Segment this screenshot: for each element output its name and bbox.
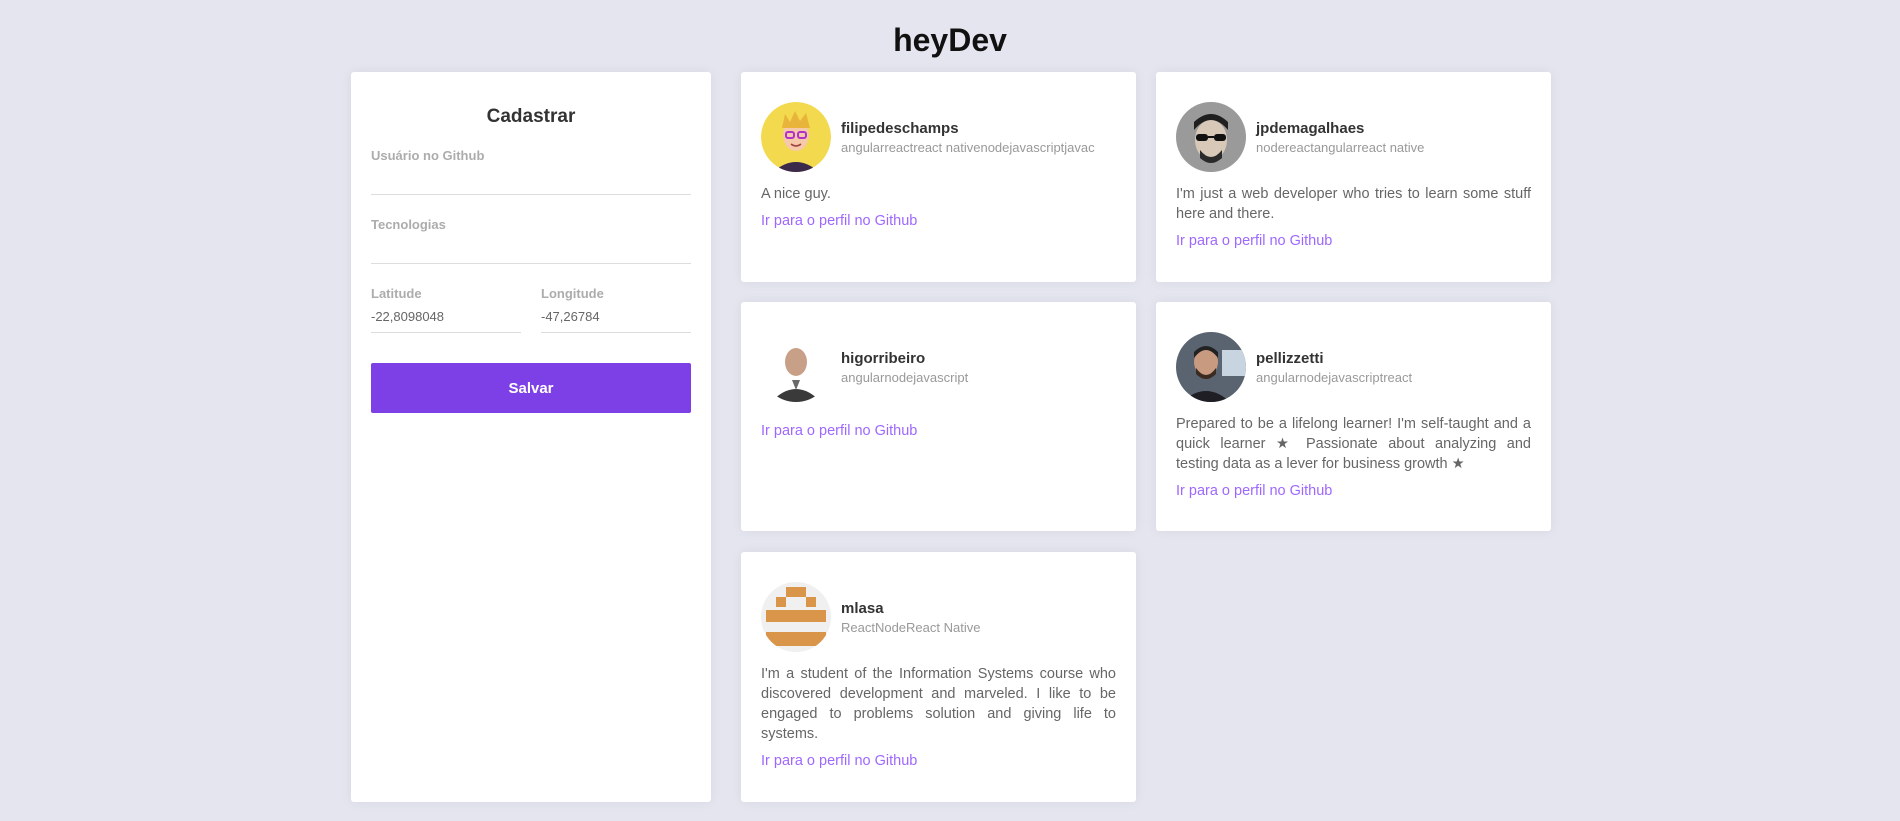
dev-bio: I'm just a web developer who tries to le… xyxy=(1176,186,1531,222)
user-info: pellizzetti angularnodejavascriptreact xyxy=(1256,350,1412,385)
dev-techs: angularnodejavascript xyxy=(841,369,969,385)
dev-techs: nodereactangularreact native xyxy=(1256,139,1425,155)
dev-card-header: filipedeschamps angularreactreact native… xyxy=(761,102,1116,172)
techs-label: Tecnologias xyxy=(371,217,446,232)
save-button[interactable]: Salvar xyxy=(371,363,691,413)
coords-row: Latitude Longitude xyxy=(371,286,691,333)
dev-card: mlasa ReactNodeReact Native I'm a studen… xyxy=(741,552,1136,802)
github-profile-link[interactable]: Ir para o perfil no Github xyxy=(761,423,917,439)
dev-card-header: jpdemagalhaes nodereactangularreact nati… xyxy=(1176,102,1531,172)
dev-card-header: mlasa ReactNodeReact Native xyxy=(761,582,1116,652)
github-profile-link[interactable]: Ir para o perfil no Github xyxy=(761,753,917,769)
dev-techs: angularnodejavascriptreact xyxy=(1256,369,1413,385)
dev-card: pellizzetti angularnodejavascriptreact P… xyxy=(1156,302,1551,531)
github-profile-link[interactable]: Ir para o perfil no Github xyxy=(761,213,917,229)
latitude-group: Latitude xyxy=(371,286,521,333)
user-info: higorribeiro angularnodejavascript xyxy=(841,350,968,385)
dev-username: jpdemagalhaes xyxy=(1256,119,1365,137)
photo-avatar-icon xyxy=(1176,102,1246,172)
dev-bio: Prepared to be a lifelong learner! I'm s… xyxy=(1176,416,1531,472)
dev-card: higorribeiro angularnodejavascript Ir pa… xyxy=(741,302,1136,531)
github-user-input[interactable] xyxy=(371,163,691,195)
dev-card: jpdemagalhaes nodereactangularreact nati… xyxy=(1156,72,1551,282)
github-profile-link[interactable]: Ir para o perfil no Github xyxy=(1176,483,1332,499)
techs-input[interactable] xyxy=(371,232,691,264)
identicon-avatar-icon xyxy=(761,582,831,652)
dev-bio: A nice guy. xyxy=(761,186,831,202)
dev-username: higorribeiro xyxy=(841,349,926,367)
app-title: heyDev xyxy=(893,22,1007,58)
github-user-label: Usuário no Github xyxy=(371,148,485,163)
latitude-input[interactable] xyxy=(371,301,521,333)
register-form-panel: Cadastrar Usuário no Github Tecnologias … xyxy=(351,72,711,802)
dev-bio: I'm a student of the Information Systems… xyxy=(761,666,1116,742)
dev-card-header: higorribeiro angularnodejavascript xyxy=(761,332,1116,402)
longitude-group: Longitude xyxy=(541,286,691,333)
photo-avatar-icon xyxy=(761,332,831,402)
dev-username: pellizzetti xyxy=(1256,349,1324,367)
form-heading: Cadastrar xyxy=(486,106,576,127)
longitude-label: Longitude xyxy=(541,286,604,301)
cartoon-avatar-icon xyxy=(761,102,831,172)
photo-avatar-icon xyxy=(1176,332,1246,402)
latitude-label: Latitude xyxy=(371,286,422,301)
techs-group: Tecnologias xyxy=(371,217,691,264)
user-info: mlasa ReactNodeReact Native xyxy=(841,600,980,635)
user-info: jpdemagalhaes nodereactangularreact nati… xyxy=(1256,120,1424,155)
github-user-group: Usuário no Github xyxy=(371,148,691,195)
user-info: filipedeschamps angularreactreact native… xyxy=(841,120,1095,155)
dev-techs: angularreactreact nativenodejavascriptja… xyxy=(841,139,1095,155)
dev-card-header: pellizzetti angularnodejavascriptreact xyxy=(1176,332,1531,402)
dev-username: filipedeschamps xyxy=(841,119,959,137)
dev-username: mlasa xyxy=(841,599,884,617)
dev-techs: ReactNodeReact Native xyxy=(841,619,981,635)
github-profile-link[interactable]: Ir para o perfil no Github xyxy=(1176,233,1332,249)
longitude-input[interactable] xyxy=(541,301,691,333)
dev-card: filipedeschamps angularreactreact native… xyxy=(741,72,1136,282)
